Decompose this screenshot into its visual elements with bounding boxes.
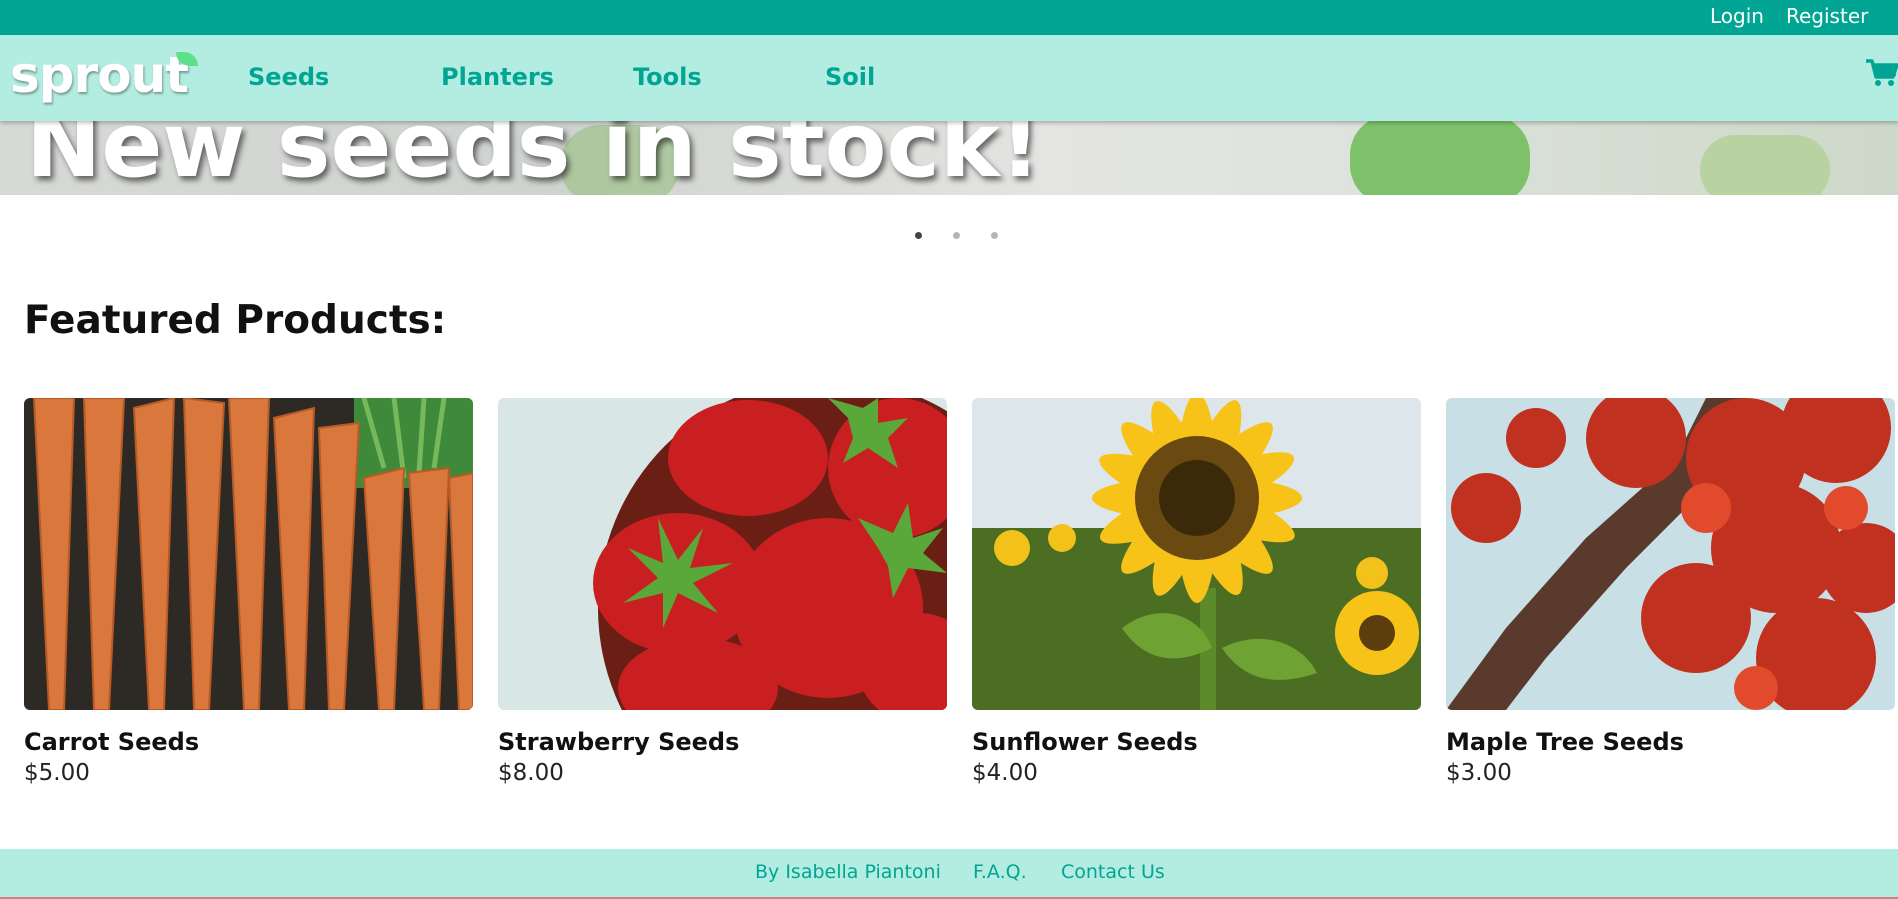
product-card-strawberry[interactable]: Strawberry Seeds $8.00	[498, 398, 947, 786]
product-price: $3.00	[1446, 760, 1512, 786]
nav-tools[interactable]: Tools	[633, 63, 702, 91]
product-name[interactable]: Carrot Seeds	[24, 728, 199, 756]
top-bar: Login Register	[0, 0, 1898, 35]
register-link[interactable]: Register	[1786, 4, 1868, 28]
product-price: $5.00	[24, 760, 90, 786]
sprout-logo[interactable]: sprout	[10, 46, 189, 104]
product-card-carrot[interactable]: Carrot Seeds $5.00	[24, 398, 473, 786]
footer-author-link[interactable]: By Isabella Piantoni	[755, 861, 941, 883]
hero-background-plant	[1350, 115, 1530, 195]
product-price: $8.00	[498, 760, 564, 786]
sunflower-image[interactable]	[972, 398, 1421, 710]
product-name[interactable]: Sunflower Seeds	[972, 728, 1198, 756]
shopping-cart-icon[interactable]	[1866, 57, 1898, 93]
carousel-dot-1[interactable]	[915, 232, 922, 239]
product-price: $4.00	[972, 760, 1038, 786]
nav-planters[interactable]: Planters	[441, 63, 554, 91]
nav-seeds[interactable]: Seeds	[248, 63, 329, 91]
hero-background-plant	[1700, 135, 1830, 195]
product-card-sunflower[interactable]: Sunflower Seeds $4.00	[972, 398, 1421, 786]
product-name[interactable]: Maple Tree Seeds	[1446, 728, 1684, 756]
carousel-dot-3[interactable]	[991, 232, 998, 239]
footer-contact-link[interactable]: Contact Us	[1061, 861, 1165, 883]
product-card-maple[interactable]: Maple Tree Seeds $3.00	[1446, 398, 1895, 786]
product-name[interactable]: Strawberry Seeds	[498, 728, 739, 756]
footer-faq-link[interactable]: F.A.Q.	[973, 861, 1027, 883]
main-navbar: sprout Seeds Planters Tools Soil	[0, 35, 1898, 121]
featured-products-heading: Featured Products:	[24, 298, 447, 343]
carrot-image[interactable]	[24, 398, 473, 710]
login-link[interactable]: Login	[1710, 4, 1764, 28]
site-footer: By Isabella Piantoni F.A.Q. Contact Us	[0, 849, 1898, 899]
strawberry-image[interactable]	[498, 398, 947, 710]
maple-tree-image[interactable]	[1446, 398, 1895, 710]
carousel-dot-2[interactable]	[953, 232, 960, 239]
nav-soil[interactable]: Soil	[825, 63, 875, 91]
